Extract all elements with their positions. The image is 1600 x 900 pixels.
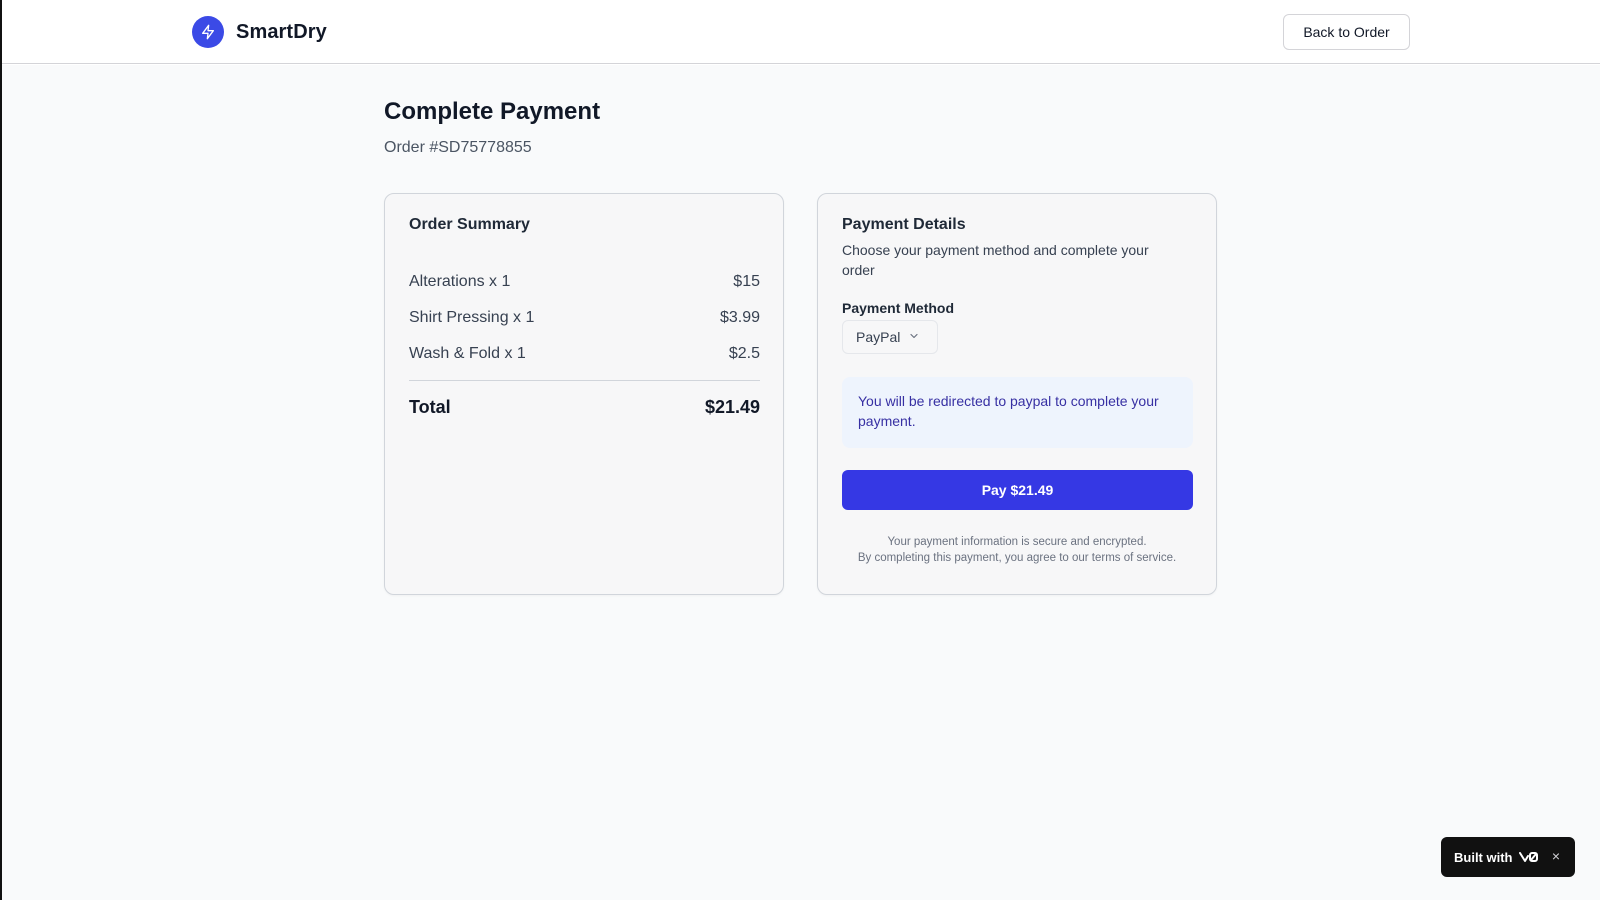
payment-method-label: Payment Method xyxy=(842,300,955,316)
order-summary-card: Order Summary Alterations x 1 $15 Shirt … xyxy=(384,193,784,595)
redirect-notice: You will be redirected to paypal to comp… xyxy=(842,377,1193,448)
order-item-row: Alterations x 1 $15 xyxy=(409,264,760,300)
payment-description: Choose your payment method and complete … xyxy=(842,242,1149,278)
pay-button[interactable]: Pay $21.49 xyxy=(842,470,1193,510)
payment-method-value: PayPal xyxy=(856,329,901,345)
order-item-price: $3.99 xyxy=(719,309,760,326)
lightning-bolt-icon xyxy=(192,16,224,48)
close-icon[interactable]: × xyxy=(1549,848,1563,864)
order-item-price: $2.5 xyxy=(728,345,760,362)
v0-logo-icon xyxy=(1518,851,1539,863)
order-summary-title: Order Summary xyxy=(409,216,530,233)
order-item-row: Wash & Fold x 1 $2.5 xyxy=(409,336,760,372)
payment-details-title: Payment Details xyxy=(842,216,966,233)
order-item-label: Shirt Pressing x 1 xyxy=(409,309,535,326)
top-navbar: SmartDry Back to Order xyxy=(2,0,1600,64)
order-item-price: $15 xyxy=(733,273,760,290)
total-label: Total xyxy=(409,396,451,417)
built-with-label: Built with xyxy=(1454,849,1513,865)
order-item-label: Wash & Fold x 1 xyxy=(409,345,526,362)
payment-page: Complete Payment Order #SD75778855 Order… xyxy=(2,65,1600,900)
terms-note-line: By completing this payment, you agree to… xyxy=(857,552,1177,564)
built-with-badge[interactable]: Built with × xyxy=(1441,837,1575,877)
payment-details-card: Payment Details Choose your payment meth… xyxy=(817,193,1217,595)
order-items-list: Alterations x 1 $15 Shirt Pressing x 1 $… xyxy=(409,264,760,433)
back-to-order-button[interactable]: Back to Order xyxy=(1283,14,1410,50)
brand[interactable]: SmartDry xyxy=(192,16,327,48)
chevron-down-icon xyxy=(908,329,920,345)
page-title: Complete Payment xyxy=(384,98,601,125)
brand-name: SmartDry xyxy=(236,20,327,43)
total-row: Total $21.49 xyxy=(409,381,760,433)
order-item-row: Shirt Pressing x 1 $3.99 xyxy=(409,300,760,336)
secure-note-line: Your payment information is secure and e… xyxy=(887,536,1147,548)
payment-method-select[interactable]: PayPal xyxy=(842,320,938,354)
order-id: Order #SD75778855 xyxy=(384,139,532,156)
order-item-label: Alterations x 1 xyxy=(409,273,511,290)
total-value: $21.49 xyxy=(704,396,760,417)
secure-note: Your payment information is secure and e… xyxy=(818,534,1216,566)
